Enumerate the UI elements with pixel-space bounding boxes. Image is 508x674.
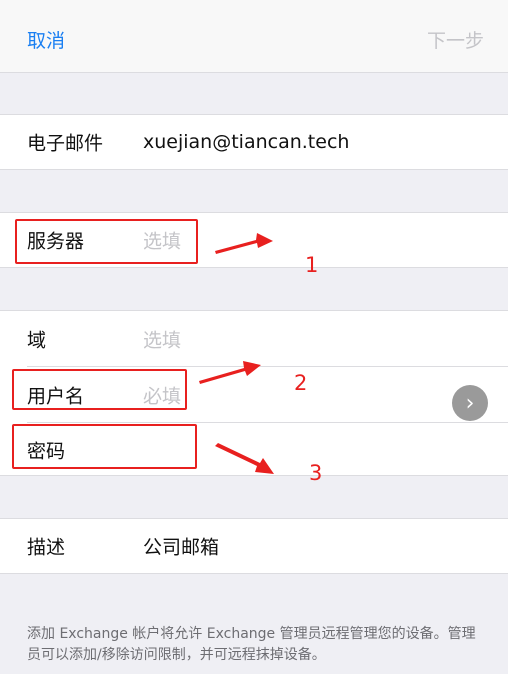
arrow-3-icon: [215, 443, 274, 474]
arrow-2-icon: [199, 361, 261, 384]
annotation-number-1: 1: [305, 253, 319, 277]
annotation-number-2: 2: [294, 371, 308, 395]
arrow-1-icon: [215, 233, 273, 254]
annotation-number-3: 3: [309, 461, 323, 485]
annotation-arrows: [199, 233, 274, 474]
